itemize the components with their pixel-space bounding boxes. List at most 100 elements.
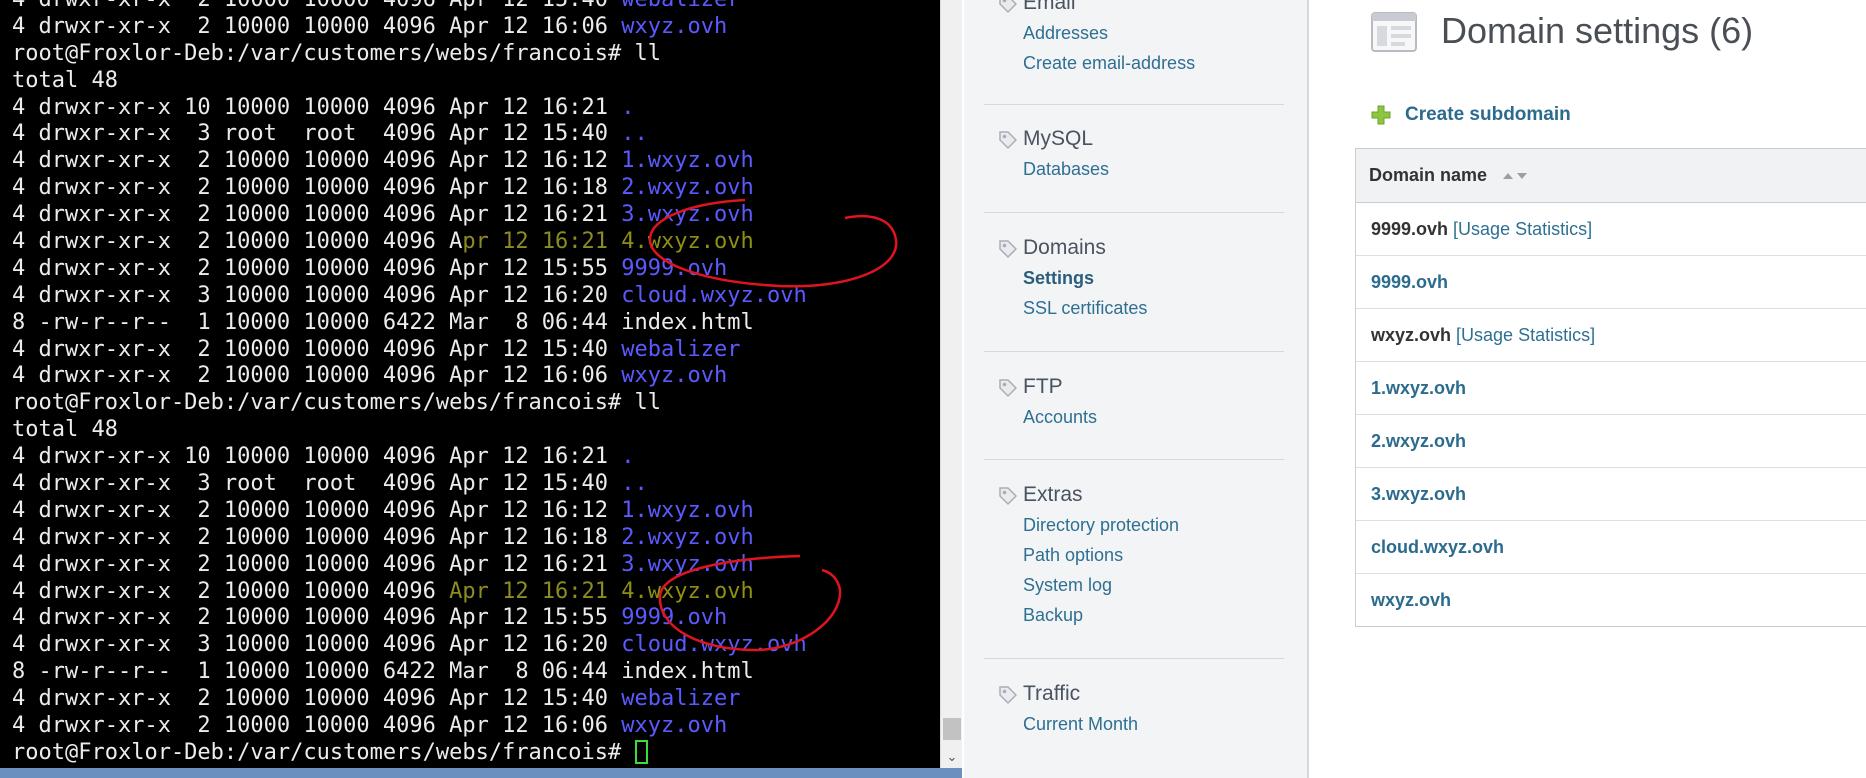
subdomain-link[interactable]: 9999.ovh bbox=[1371, 272, 1448, 292]
directory-name: 2.wxyz.ovh bbox=[621, 524, 754, 550]
terminal-text: 4 drwxr-xr-x 2 10000 10000 4096 Apr 12 1… bbox=[12, 686, 622, 712]
subdomain-link[interactable]: 3.wxyz.ovh bbox=[1371, 484, 1466, 504]
terminal-line: 4 drwxr-xr-x 3 10000 10000 4096 Apr 12 1… bbox=[12, 283, 807, 310]
terminal-text: 4 drwxr-xr-x 2 10000 10000 4096 Apr 12 1… bbox=[12, 363, 622, 389]
table-row: cloud.wxyz.ovh bbox=[1356, 521, 1866, 574]
terminal-text: root@Froxlor-Deb:/var/customers/webs/fra… bbox=[12, 40, 662, 66]
nav-section-header: MySQL bbox=[984, 124, 1284, 154]
terminal-cursor bbox=[634, 739, 648, 764]
nav-section-title: Email bbox=[1023, 0, 1076, 14]
terminal-line: 4 drwxr-xr-x 3 root root 4096 Apr 12 15:… bbox=[12, 471, 807, 498]
nav-section-header: Traffic bbox=[984, 679, 1284, 709]
nav-section-title: Traffic bbox=[1023, 682, 1081, 705]
timestamp-highlight: Apr 12 16:21 bbox=[449, 578, 622, 604]
tag-icon bbox=[998, 378, 1018, 398]
table-row: wxyz.ovh bbox=[1356, 574, 1866, 626]
subdomain-link[interactable]: wxyz.ovh bbox=[1371, 590, 1451, 610]
nav-section-title: Extras bbox=[1023, 483, 1083, 506]
terminal-line: root@Froxlor-Deb:/var/customers/webs/fra… bbox=[12, 41, 807, 68]
nav-link-databases[interactable]: Databases bbox=[1023, 154, 1284, 184]
nav-link-ssl-certificates[interactable]: SSL certificates bbox=[1023, 293, 1284, 323]
nav-section-extras: Extras Directory protection Path options Sy… bbox=[984, 480, 1284, 630]
nav-separator bbox=[984, 459, 1284, 460]
subdomain-link[interactable]: 2.wxyz.ovh bbox=[1371, 431, 1466, 451]
directory-name: . bbox=[621, 444, 635, 470]
nav-link-current-month[interactable]: Current Month bbox=[1023, 709, 1284, 739]
directory-name: 3.wxyz.ovh bbox=[621, 551, 754, 577]
subdomain-link[interactable]: cloud.wxyz.ovh bbox=[1371, 537, 1504, 557]
directory-name: .. bbox=[621, 121, 648, 147]
subdomain-link[interactable]: 1.wxyz.ovh bbox=[1371, 378, 1466, 398]
table-header: Domain name bbox=[1356, 149, 1866, 203]
table-row: 3.wxyz.ovh bbox=[1356, 468, 1866, 521]
directory-name: wxyz.ovh bbox=[621, 13, 728, 39]
terminal-text: 4 drwxr-xr-x 2 10000 10000 4096 Apr 12 1… bbox=[12, 13, 622, 39]
tag-icon bbox=[998, 239, 1018, 259]
nav-section-title: Domains bbox=[1023, 236, 1106, 259]
tag-icon bbox=[998, 486, 1018, 506]
nav-section-header: Extras bbox=[984, 480, 1284, 510]
nav-link-path-options[interactable]: Path options bbox=[1023, 540, 1284, 570]
terminal-line: 8 -rw-r--r-- 1 10000 10000 6422 Mar 8 06… bbox=[12, 310, 807, 337]
create-subdomain-label: Create subdomain bbox=[1405, 104, 1571, 125]
terminal-text: 4 drwxr-xr-x 2 10000 10000 4096 A bbox=[12, 229, 463, 255]
sort-arrows-icon[interactable] bbox=[1501, 170, 1531, 182]
nav-link-directory-protection[interactable]: Directory protection bbox=[1023, 510, 1284, 540]
terminal-line: 4 drwxr-xr-x 2 10000 10000 4096 Apr 12 1… bbox=[12, 605, 807, 632]
terminal-text: total 48 bbox=[12, 67, 118, 93]
terminal-line: 4 drwxr-xr-x 2 10000 10000 4096 Apr 12 1… bbox=[12, 713, 807, 740]
directory-name: 1.wxyz.ovh bbox=[621, 497, 754, 523]
terminal-text: 4 drwxr-xr-x 2 10000 10000 4096 Apr 12 1… bbox=[12, 713, 622, 739]
usage-statistics-link[interactable]: [Usage Statistics] bbox=[1451, 325, 1595, 345]
nav-link-settings[interactable]: Settings bbox=[1023, 263, 1284, 293]
terminal-text: 4 drwxr-xr-x 3 10000 10000 4096 Apr 12 1… bbox=[12, 282, 622, 308]
nav-link-addresses[interactable]: Addresses bbox=[1023, 18, 1284, 48]
timestamp-highlight: pr 12 16:21 bbox=[462, 229, 622, 255]
terminal-output: 4 drwxr-xr-x 2 10000 10000 4096 Apr 12 1… bbox=[12, 0, 807, 767]
table-row: 1.wxyz.ovh bbox=[1356, 362, 1866, 415]
tag-icon bbox=[998, 130, 1018, 150]
terminal-line: root@Froxlor-Deb:/var/customers/webs/fra… bbox=[12, 739, 807, 767]
column-header-domain-name[interactable]: Domain name bbox=[1369, 149, 1487, 202]
terminal-text: 4 drwxr-xr-x 2 10000 10000 4096 Apr 12 1… bbox=[12, 336, 622, 362]
nav-section-header: Email bbox=[984, 0, 1284, 18]
directory-name: webalizer bbox=[621, 686, 741, 712]
usage-statistics-link[interactable]: [Usage Statistics] bbox=[1448, 219, 1592, 239]
terminal-text: 8 -rw-r--r-- 1 10000 10000 6422 Mar 8 06… bbox=[12, 659, 754, 685]
scroll-down-arrow-icon[interactable]: ⌄ bbox=[941, 748, 962, 768]
scrollbar-thumb[interactable] bbox=[943, 718, 961, 740]
terminal-text: 4 drwxr-xr-x 2 10000 10000 4096 Apr 12 1… bbox=[12, 255, 622, 281]
terminal-text: 4 drwxr-xr-x 2 10000 10000 4096 Apr 12 1… bbox=[12, 0, 621, 12]
terminal-scrollbar[interactable]: ⌄ bbox=[940, 0, 962, 778]
terminal-window[interactable]: 4 drwxr-xr-x 2 10000 10000 4096 Apr 12 1… bbox=[0, 0, 962, 778]
directory-name: . bbox=[621, 94, 635, 120]
terminal-text: root@Froxlor-Deb:/var/customers/webs/fra… bbox=[12, 390, 662, 416]
terminal-text: 4 drwxr-xr-x 3 root root 4096 Apr 12 15:… bbox=[12, 471, 622, 497]
terminal-text: 4 drwxr-xr-x 2 10000 10000 4096 Apr 12 1… bbox=[12, 551, 622, 577]
nav-section-title: MySQL bbox=[1023, 127, 1094, 150]
terminal-line: 4 drwxr-xr-x 2 10000 10000 4096 Apr 12 1… bbox=[12, 202, 807, 229]
nav-link-accounts[interactable]: Accounts bbox=[1023, 402, 1284, 432]
nav-section-email: Email Addresses Create email-address bbox=[984, 0, 1284, 78]
nav-section-header: Domains bbox=[984, 233, 1284, 263]
terminal-line: 4 drwxr-xr-x 2 10000 10000 4096 Apr 12 1… bbox=[12, 552, 807, 579]
terminal-line: 4 drwxr-xr-x 10 10000 10000 4096 Apr 12 … bbox=[12, 95, 807, 122]
directory-name: cloud.wxyz.ovh bbox=[621, 632, 807, 658]
terminal-text: 4 drwxr-xr-x 10 10000 10000 4096 Apr 12 … bbox=[12, 94, 622, 120]
nav-link-system-log[interactable]: System log bbox=[1023, 570, 1284, 600]
terminal-line: 4 drwxr-xr-x 2 10000 10000 4096 Apr 12 1… bbox=[12, 579, 807, 606]
tag-icon bbox=[998, 0, 1018, 14]
table-row: wxyz.ovh [Usage Statistics] bbox=[1356, 309, 1866, 362]
nav-separator bbox=[984, 351, 1284, 352]
terminal-text: 4 drwxr-xr-x 2 10000 10000 4096 Apr 12 1… bbox=[12, 148, 622, 174]
nav-link-create-email-address[interactable]: Create email-address bbox=[1023, 48, 1284, 78]
terminal-text: 4 drwxr-xr-x 10 10000 10000 4096 Apr 12 … bbox=[12, 444, 622, 470]
nav-section-domains: Domains Settings SSL certificates bbox=[984, 233, 1284, 323]
terminal-line: 4 drwxr-xr-x 2 10000 10000 4096 Apr 12 1… bbox=[12, 498, 807, 525]
domain-name: wxyz.ovh bbox=[1371, 325, 1452, 345]
terminal-line: 4 drwxr-xr-x 2 10000 10000 4096 Apr 12 1… bbox=[12, 148, 807, 175]
sidebar-nav: Email Addresses Create email-address MySQL D… bbox=[964, 0, 1309, 778]
terminal-line: 4 drwxr-xr-x 2 10000 10000 4096 Apr 12 1… bbox=[12, 229, 807, 256]
terminal-text: 8 -rw-r--r-- 1 10000 10000 6422 Mar 8 06… bbox=[12, 309, 754, 335]
nav-link-backup[interactable]: Backup bbox=[1023, 600, 1284, 630]
